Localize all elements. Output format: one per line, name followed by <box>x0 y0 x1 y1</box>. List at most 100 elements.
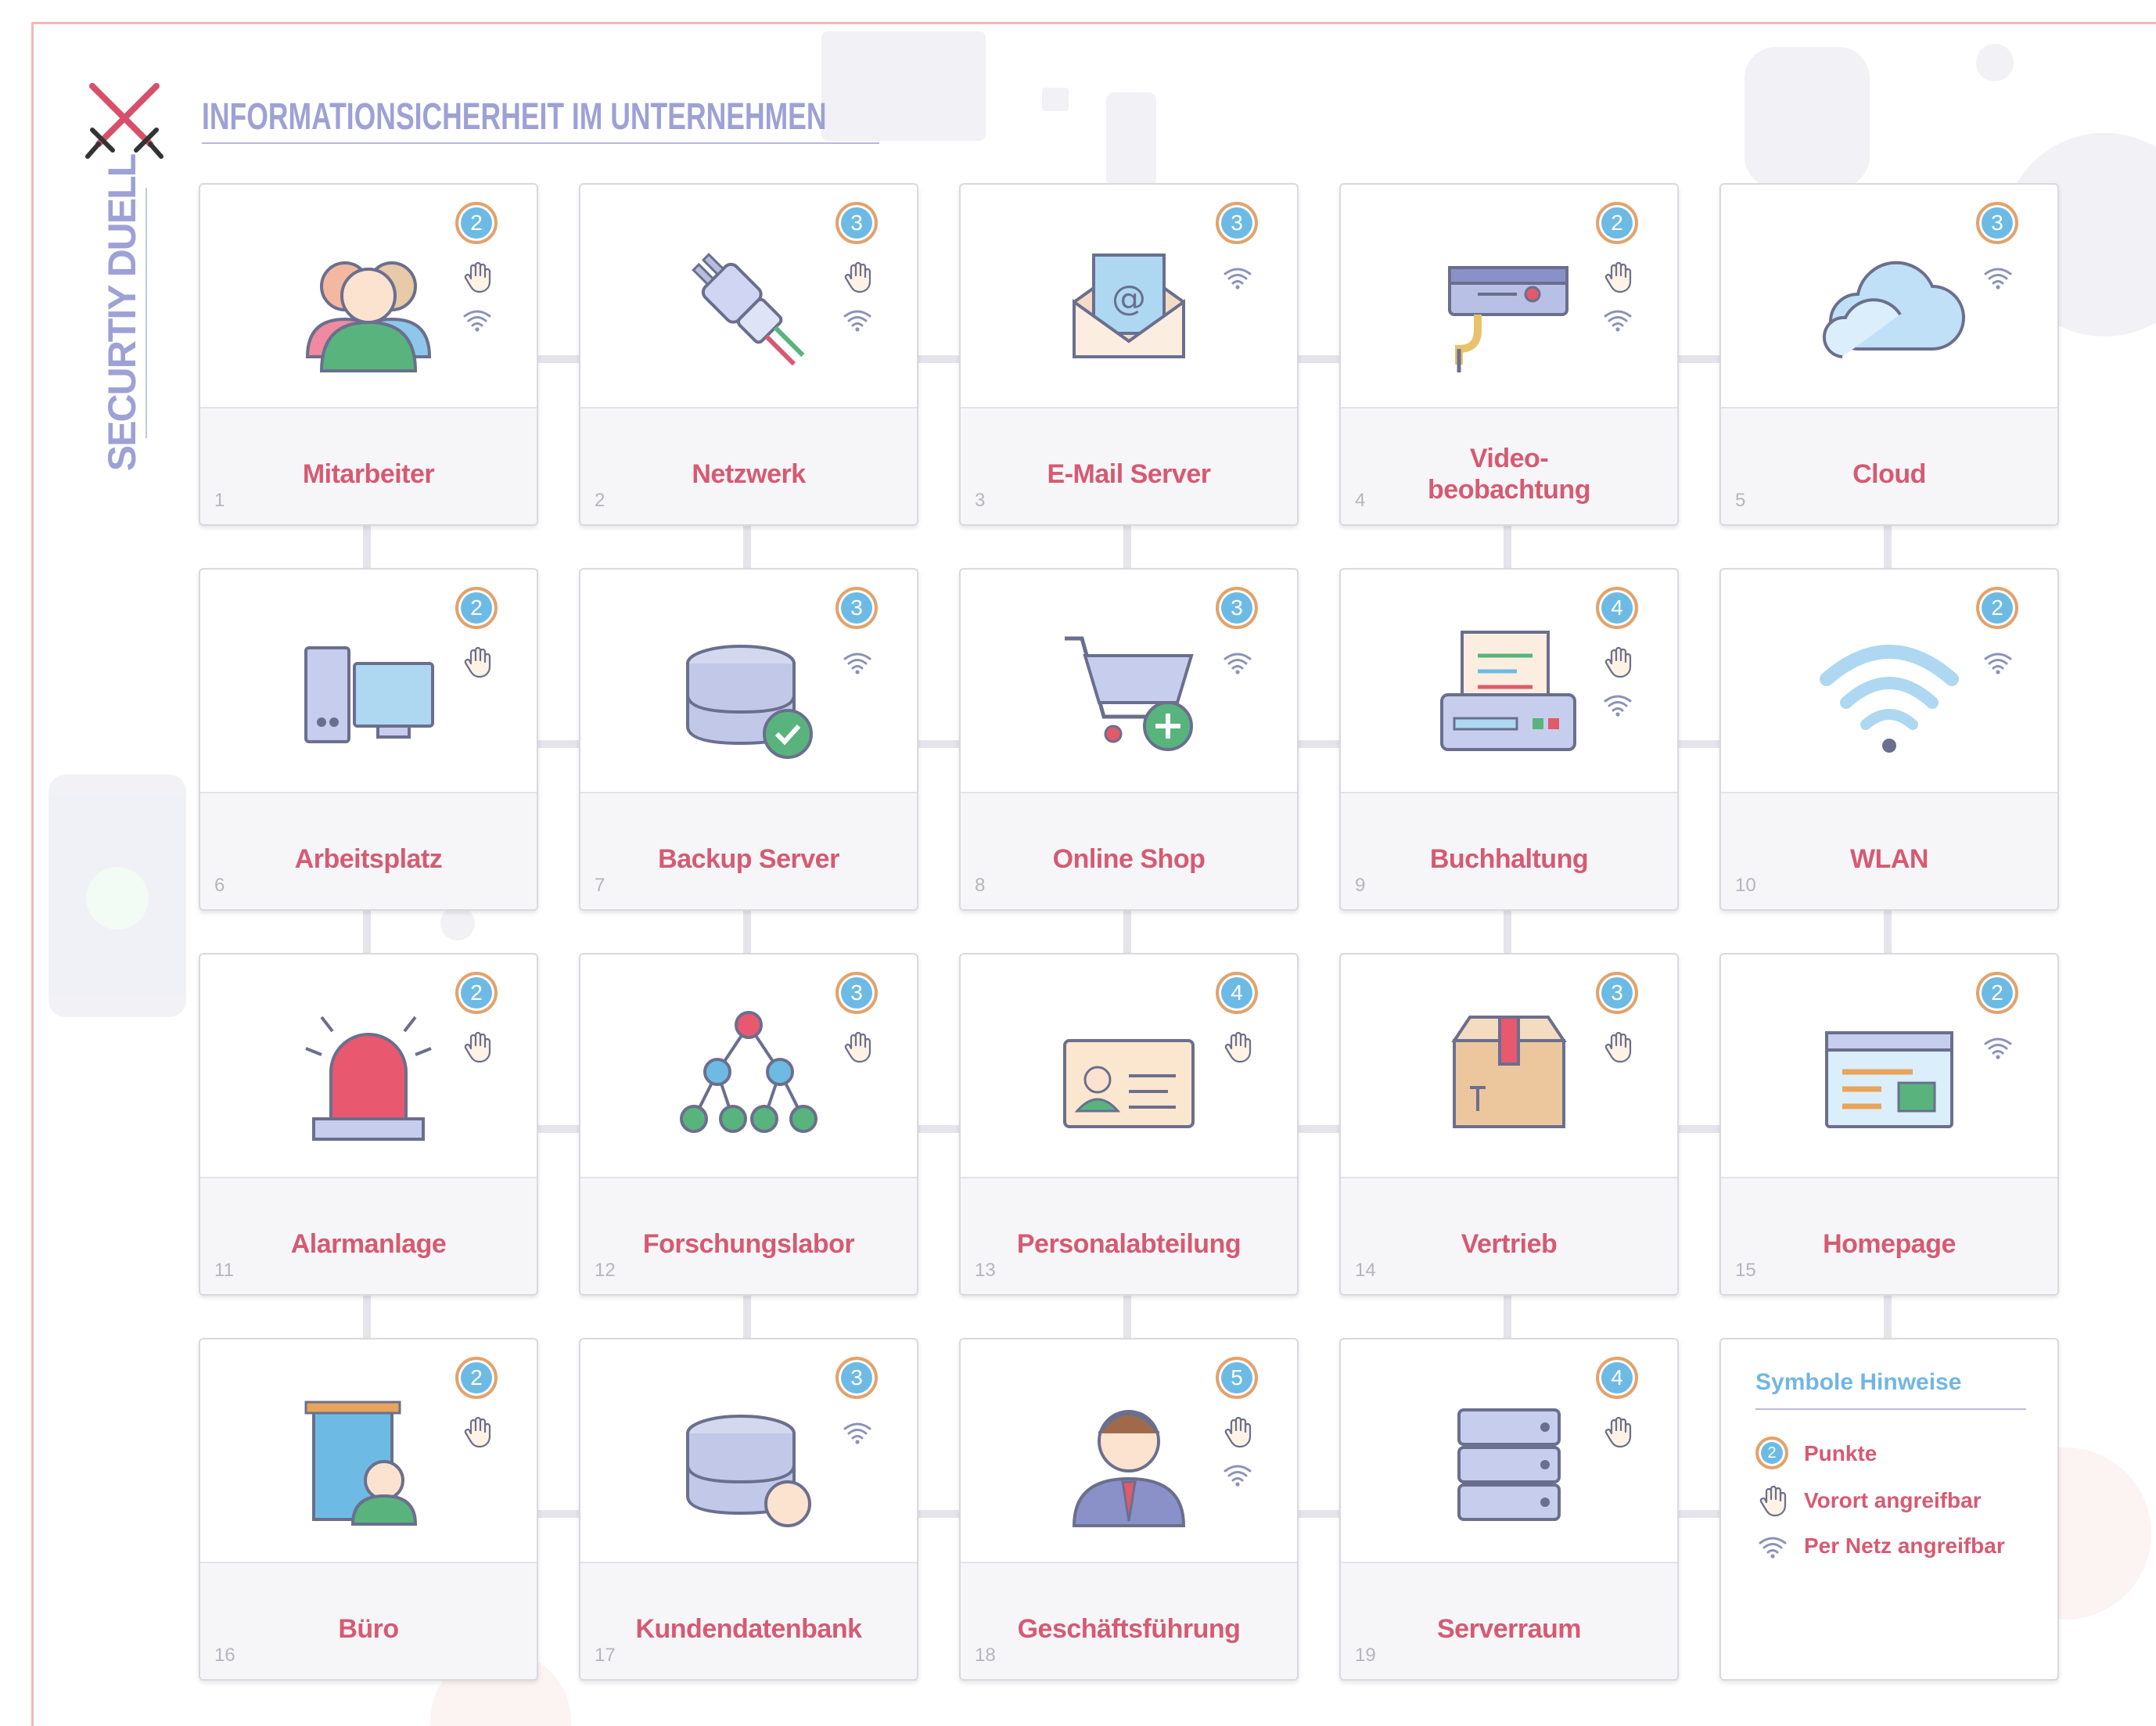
connector-line <box>1295 1125 1339 1133</box>
card-4[interactable]: 2 Video- beobachtung 4 <box>1339 183 1679 526</box>
card-3[interactable]: @3 E-Mail Server 3 <box>959 183 1299 526</box>
hand-icon <box>1601 645 1635 679</box>
card-14[interactable]: 3 Vertrieb 14 <box>1339 953 1679 1296</box>
points-badge: 2 <box>1976 972 2018 1014</box>
card-title: Personalabteilung <box>1016 1229 1241 1259</box>
card-number: 14 <box>1355 1260 1376 1281</box>
connector-line <box>535 740 579 748</box>
card-title: Geschäftsführung <box>1017 1614 1241 1644</box>
database-check-icon <box>670 617 827 773</box>
connector-line <box>535 1125 579 1133</box>
card-8[interactable]: 3 Online Shop 8 <box>959 568 1299 911</box>
connector-line <box>1676 1125 1719 1133</box>
shopping-cart-icon <box>1051 617 1207 773</box>
connector-line <box>1884 523 1892 568</box>
hand-icon <box>840 260 875 294</box>
hand-icon <box>460 1415 494 1449</box>
card-6[interactable]: 2 Arbeitsplatz 6 <box>199 568 538 911</box>
connector-line <box>1123 908 1131 953</box>
points-badge: 3 <box>1216 587 1258 629</box>
legend-item-network: Per Netz angreifbar <box>1755 1529 2005 1563</box>
wifi-signal-icon <box>1220 645 1255 679</box>
connector-line <box>535 355 579 363</box>
wifi-icon <box>1811 617 1967 773</box>
hierarchy-icon <box>670 1001 827 1158</box>
hand-icon <box>1601 1415 1635 1449</box>
card-19[interactable]: 4 Serverraum 19 <box>1339 1338 1679 1681</box>
card-number: 10 <box>1735 875 1756 896</box>
card-12[interactable]: 3 Forschungslabor 12 <box>579 953 918 1296</box>
card-title: Online Shop <box>1052 844 1206 874</box>
wifi-signal-icon <box>1981 1030 2015 1064</box>
card-number: 9 <box>1355 875 1366 896</box>
connector-line <box>743 908 751 953</box>
card-number: 11 <box>214 1260 234 1281</box>
card-number: 2 <box>595 490 605 511</box>
points-badge: 4 <box>1596 587 1638 629</box>
connector-line <box>915 1125 959 1133</box>
hand-icon <box>1755 1483 1790 1518</box>
connector-line <box>1676 1510 1719 1518</box>
manager-icon <box>1051 1386 1207 1543</box>
points-badge: 3 <box>835 1357 878 1399</box>
card-number: 18 <box>975 1645 996 1666</box>
card-number: 1 <box>214 490 225 511</box>
points-badge: 5 <box>1216 1357 1258 1399</box>
card-title: Cloud <box>1852 459 1926 489</box>
wifi-signal-icon <box>840 1415 875 1449</box>
card-number: 16 <box>214 1645 235 1666</box>
legend-label-onsite: Vorort angreifbar <box>1804 1488 1982 1512</box>
cloud-icon <box>1811 232 1967 388</box>
points-badge: 3 <box>1216 202 1258 244</box>
card-9[interactable]: 4 Buchhaltung 9 <box>1339 568 1679 911</box>
card-16[interactable]: 2 Büro 16 <box>199 1338 538 1681</box>
card-7[interactable]: 3 Backup Server 7 <box>579 568 918 911</box>
card-number: 7 <box>595 875 605 896</box>
card-11[interactable]: 2 Alarmanlage 11 <box>199 953 538 1296</box>
card-title: Forschungslabor <box>642 1229 855 1259</box>
card-title: E-Mail Server <box>1047 459 1211 489</box>
card-title: Mitarbeiter <box>302 459 435 489</box>
id-card-icon <box>1051 1001 1207 1158</box>
points-badge-icon: 2 <box>1755 1437 1790 1471</box>
connector-line <box>1676 355 1719 363</box>
hand-icon <box>460 645 494 679</box>
points-badge: 2 <box>455 587 498 629</box>
hand-icon <box>1601 260 1635 294</box>
points-badge: 2 <box>455 1357 498 1399</box>
connector-line <box>1504 1293 1511 1338</box>
connector-line <box>1295 740 1339 748</box>
card-number: 8 <box>975 875 986 896</box>
connector-line <box>363 523 371 568</box>
card-2[interactable]: 3 Netzwerk 2 <box>579 183 918 526</box>
page-title: INFORMATIONSICHERHEIT IM UNTERNEHMEN <box>202 96 827 138</box>
wifi-signal-icon <box>1601 687 1635 721</box>
brand-wrapper: SECURTIY DUELL <box>99 155 146 471</box>
card-17[interactable]: 3 Kundendatenbank 17 <box>579 1338 918 1681</box>
card-15[interactable]: 2 Homepage 15 <box>1719 953 2059 1296</box>
card-13[interactable]: 4 Personalabteilung 13 <box>959 953 1299 1296</box>
wifi-signal-icon <box>840 645 875 679</box>
card-number: 4 <box>1355 490 1366 511</box>
card-title: Büro <box>338 1614 399 1644</box>
computer-icon <box>290 617 447 773</box>
card-title: Buchhaltung <box>1429 844 1589 874</box>
points-badge: 2 <box>455 972 498 1014</box>
hand-icon <box>460 1030 494 1064</box>
card-5[interactable]: 3 Cloud 5 <box>1719 183 2059 526</box>
svg-text:@: @ <box>1112 279 1146 318</box>
card-1[interactable]: 2 Mitarbeiter 1 <box>199 183 538 526</box>
legend-title: Symbole Hinweise <box>1755 1369 1962 1395</box>
people-icon <box>290 232 447 388</box>
card-10[interactable]: 2 WLAN 10 <box>1719 568 2059 911</box>
connector-line <box>363 1293 371 1338</box>
connector-line <box>1884 1293 1892 1338</box>
card-title: Vertrieb <box>1461 1229 1558 1259</box>
points-badge: 3 <box>835 202 878 244</box>
points-badge: 3 <box>835 587 878 629</box>
card-title: Video- beobachtung <box>1428 444 1590 505</box>
card-number: 17 <box>595 1645 616 1666</box>
points-badge-example: 2 <box>1755 1437 1788 1469</box>
card-18[interactable]: 5 Geschäftsführung 18 <box>959 1338 1299 1681</box>
wifi-signal-icon <box>1981 260 2015 294</box>
